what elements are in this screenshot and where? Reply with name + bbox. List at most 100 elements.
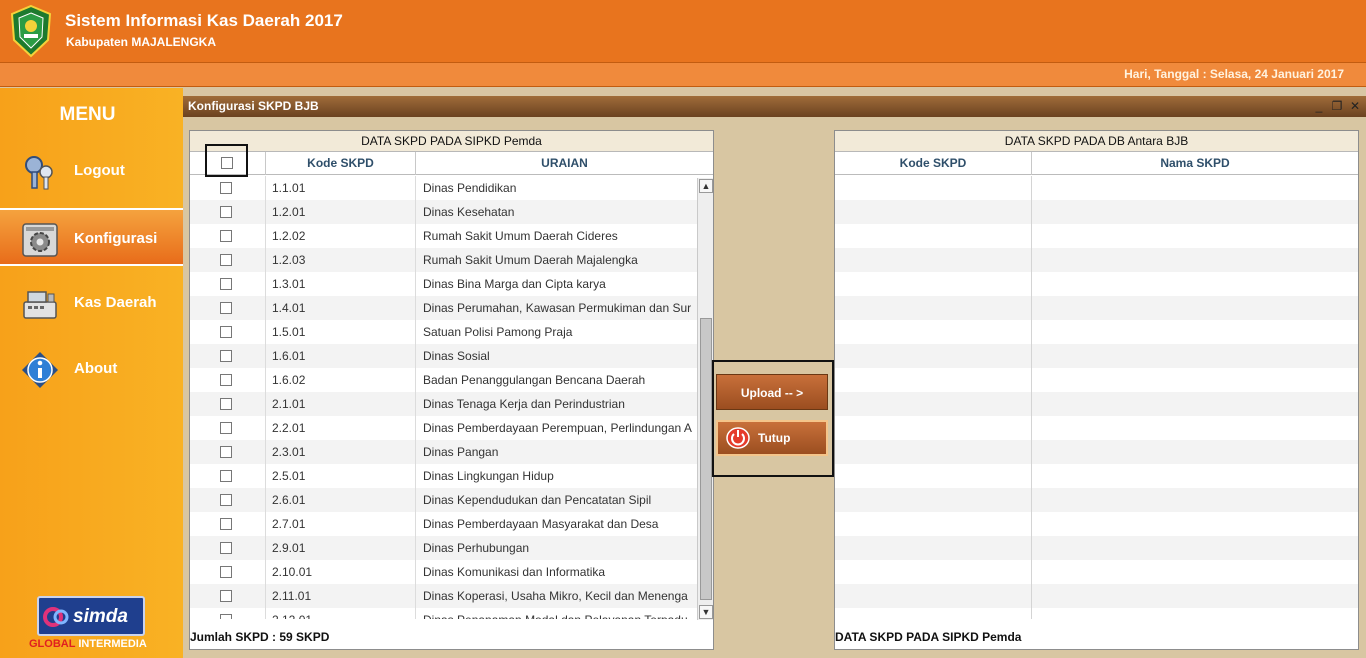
- table-row[interactable]: 2.5.01 Dinas Lingkungan Hidup: [190, 464, 713, 488]
- table-row[interactable]: 1.1.01 Dinas Pendidikan: [190, 176, 713, 200]
- kode-cell: 2.10.01: [266, 560, 416, 584]
- right-footer-text: DATA SKPD PADA SIPKD Pemda: [835, 630, 1022, 644]
- kode-cell: 1.6.01: [266, 344, 416, 368]
- row-checkbox[interactable]: [220, 590, 232, 602]
- column-header-kode[interactable]: Kode SKPD: [266, 152, 416, 175]
- row-checkbox[interactable]: [220, 254, 232, 266]
- frame-title: Konfigurasi SKPD BJB: [188, 99, 319, 113]
- table-row[interactable]: 2.9.01 Dinas Perhubungan: [190, 536, 713, 560]
- sidebar-menu: MENU Logout Konfigurasi Kas Daerah About…: [0, 88, 200, 658]
- row-select-cell: [190, 608, 266, 619]
- kode-cell: 2.6.01: [266, 488, 416, 512]
- table-header: Kode SKPD URAIAN: [190, 152, 713, 175]
- row-checkbox[interactable]: [220, 182, 232, 194]
- column-header-kode[interactable]: Kode SKPD: [835, 152, 1032, 175]
- table-row[interactable]: 2.10.01 Dinas Komunikasi dan Informatika: [190, 560, 713, 584]
- row-checkbox[interactable]: [220, 230, 232, 242]
- row-checkbox[interactable]: [220, 614, 232, 619]
- table-row[interactable]: 2.7.01 Dinas Pemberdayaan Masyarakat dan …: [190, 512, 713, 536]
- table-row[interactable]: 1.6.02 Badan Penanggulangan Bencana Daera…: [190, 368, 713, 392]
- minimize-button[interactable]: _: [1312, 99, 1326, 113]
- regency-emblem-icon: [10, 4, 52, 58]
- row-checkbox[interactable]: [220, 470, 232, 482]
- row-select-cell: [190, 320, 266, 344]
- info-icon: [22, 352, 58, 388]
- gear-icon: [22, 223, 58, 257]
- empty-row: [835, 512, 1358, 536]
- sidebar-item-label: Logout: [74, 162, 125, 179]
- table-row[interactable]: 2.1.01 Dinas Tenaga Kerja dan Perindustri…: [190, 392, 713, 416]
- app-subtitle: Kabupaten MAJALENGKA: [66, 35, 217, 49]
- kode-cell: 2.9.01: [266, 536, 416, 560]
- table-row[interactable]: 1.2.03 Rumah Sakit Umum Daerah Majalengka: [190, 248, 713, 272]
- table-row[interactable]: 1.5.01 Satuan Polisi Pamong Praja: [190, 320, 713, 344]
- column-divider: [1031, 176, 1032, 619]
- row-checkbox[interactable]: [220, 302, 232, 314]
- uraian-cell: Dinas Bina Marga dan Cipta karya: [423, 277, 606, 291]
- uraian-cell: Dinas Sosial: [423, 349, 490, 363]
- row-checkbox[interactable]: [220, 278, 232, 290]
- row-checkbox[interactable]: [220, 422, 232, 434]
- uraian-cell: Dinas Komunikasi dan Informatika: [423, 565, 606, 579]
- uraian-cell: Dinas Penanaman Modal dan Pelayanan Terp…: [416, 608, 697, 619]
- scroll-down-icon[interactable]: ▼: [699, 605, 713, 619]
- sidebar-item-logout[interactable]: Logout: [0, 142, 183, 200]
- uraian-cell: Rumah Sakit Umum Daerah Majalengka: [423, 253, 638, 267]
- column-header-uraian[interactable]: URAIAN: [416, 152, 713, 175]
- column-header-nama[interactable]: Nama SKPD: [1032, 152, 1358, 175]
- row-select-cell: [190, 248, 266, 272]
- table-row[interactable]: 2.11.01 Dinas Koperasi, Usaha Mikro, Keci…: [190, 584, 713, 608]
- row-checkbox[interactable]: [220, 518, 232, 530]
- keys-icon: [25, 156, 53, 190]
- uraian-cell: Dinas Kependudukan dan Pencatatan Sipil: [423, 493, 652, 507]
- empty-row: [835, 200, 1358, 224]
- date-bar: Hari, Tanggal : Selasa, 24 Januari 2017: [0, 62, 1366, 87]
- table-row[interactable]: 2.12.01Dinas Penanaman Modal dan Pelayan…: [190, 608, 713, 619]
- row-select-cell: [190, 368, 266, 392]
- row-checkbox[interactable]: [220, 446, 232, 458]
- row-select-cell: [190, 272, 266, 296]
- scroll-thumb[interactable]: [700, 318, 712, 600]
- empty-row: [835, 296, 1358, 320]
- empty-row: [835, 488, 1358, 512]
- sidebar-item-label: Konfigurasi: [74, 230, 158, 247]
- simda-footer: GLOBAL INTERMEDIA: [29, 638, 147, 650]
- row-checkbox[interactable]: [220, 398, 232, 410]
- row-checkbox[interactable]: [220, 326, 232, 338]
- table-row[interactable]: 2.3.01 Dinas Pangan: [190, 440, 713, 464]
- empty-row: [835, 392, 1358, 416]
- sidebar-item-kas-daerah[interactable]: Kas Daerah: [0, 274, 183, 332]
- uraian-cell: Dinas Pemberdayaan Masyarakat dan Desa: [423, 517, 659, 531]
- restore-button[interactable]: ❐: [1330, 99, 1344, 113]
- table-row[interactable]: 2.2.01 Dinas Pemberdayaan Perempuan, Perl…: [190, 416, 713, 440]
- empty-row: [835, 272, 1358, 296]
- table-row[interactable]: 1.4.01 Dinas Perumahan, Kawasan Permukima…: [190, 296, 713, 320]
- row-checkbox[interactable]: [220, 542, 232, 554]
- table-row[interactable]: 1.3.01 Dinas Bina Marga dan Cipta karya: [190, 272, 713, 296]
- table-row[interactable]: 2.6.01 Dinas Kependudukan dan Pencatatan …: [190, 488, 713, 512]
- row-checkbox[interactable]: [220, 566, 232, 578]
- scroll-up-icon[interactable]: ▲: [699, 179, 713, 193]
- sidebar-item-about[interactable]: About: [0, 340, 183, 398]
- empty-row: [835, 248, 1358, 272]
- uraian-cell: Dinas Lingkungan Hidup: [423, 469, 554, 483]
- close-button[interactable]: ✕: [1348, 99, 1362, 113]
- row-select-cell: [190, 536, 266, 560]
- simda-brand-text: simda: [73, 606, 128, 627]
- table-row[interactable]: 1.2.02 Rumah Sakit Umum Daerah Cideres: [190, 224, 713, 248]
- vertical-scrollbar[interactable]: ▲ ▼: [697, 178, 713, 620]
- table-row[interactable]: 1.6.01 Dinas Sosial: [190, 344, 713, 368]
- table-row[interactable]: 1.2.01 Dinas Kesehatan: [190, 200, 713, 224]
- sidebar-item-konfigurasi[interactable]: Konfigurasi: [0, 208, 200, 268]
- row-checkbox[interactable]: [220, 374, 232, 386]
- row-checkbox[interactable]: [220, 206, 232, 218]
- kode-cell: 1.3.01: [266, 272, 416, 296]
- row-checkbox[interactable]: [220, 494, 232, 506]
- row-select-cell: [190, 296, 266, 320]
- upload-button[interactable]: Upload -- >: [716, 374, 828, 410]
- row-select-cell: [190, 560, 266, 584]
- row-checkbox[interactable]: [220, 350, 232, 362]
- table-caption: DATA SKPD PADA SIPKD Pemda: [190, 131, 713, 152]
- tutup-button[interactable]: Tutup: [716, 420, 828, 456]
- skpd-bjb-table: DATA SKPD PADA DB Antara BJB Kode SKPD N…: [834, 130, 1359, 650]
